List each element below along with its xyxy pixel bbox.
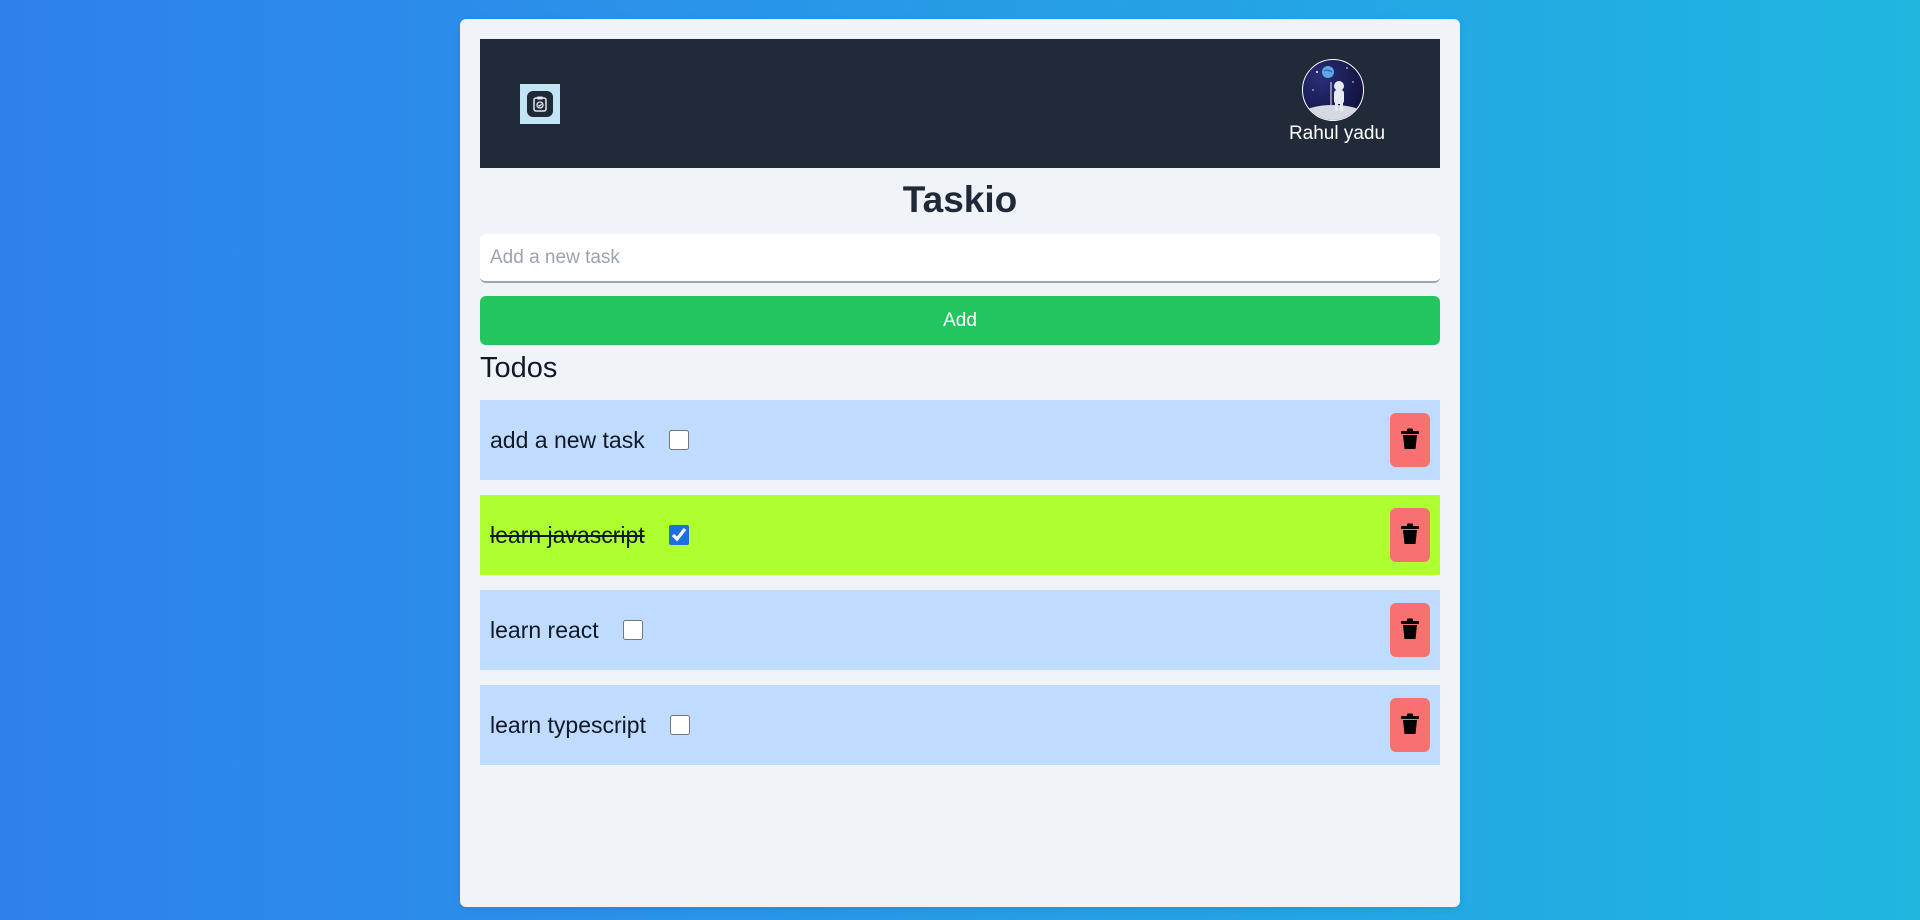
navbar: Rahul yadu (480, 39, 1440, 168)
todo-checkbox[interactable] (669, 715, 690, 735)
todo-list: add a new task learn javascript learn re… (480, 400, 1440, 780)
todo-checkbox[interactable] (668, 430, 689, 450)
todo-text: add a new task (490, 426, 645, 453)
delete-todo-button[interactable] (1390, 698, 1430, 752)
trash-icon (1400, 428, 1420, 453)
todo-item: learn typescript (480, 685, 1440, 765)
username: Rahul yadu (1288, 123, 1386, 144)
add-task-button[interactable]: Add (480, 296, 1440, 345)
delete-todo-button[interactable] (1390, 413, 1430, 467)
clipboard-icon (527, 91, 553, 117)
todo-checkbox[interactable] (622, 620, 643, 640)
todos-heading: Todos (480, 352, 558, 384)
trash-icon (1400, 523, 1420, 548)
logo[interactable] (520, 84, 560, 124)
trash-icon (1400, 713, 1420, 738)
delete-todo-button[interactable] (1390, 603, 1430, 657)
trash-icon (1400, 618, 1420, 643)
todo-text: learn typescript (490, 711, 646, 738)
todo-item: learn react (480, 590, 1440, 670)
todo-checkbox[interactable] (668, 525, 689, 545)
app-card: Rahul yadu Taskio Add Todos add a new ta… (460, 19, 1460, 907)
todo-text: learn react (490, 616, 599, 643)
todo-item: add a new task (480, 400, 1440, 480)
todo-text: learn javascript (490, 521, 645, 548)
avatar[interactable] (1302, 59, 1364, 121)
page-title: Taskio (902, 179, 1018, 220)
new-task-input[interactable] (480, 234, 1440, 283)
delete-todo-button[interactable] (1390, 508, 1430, 562)
todo-item: learn javascript (480, 495, 1440, 575)
